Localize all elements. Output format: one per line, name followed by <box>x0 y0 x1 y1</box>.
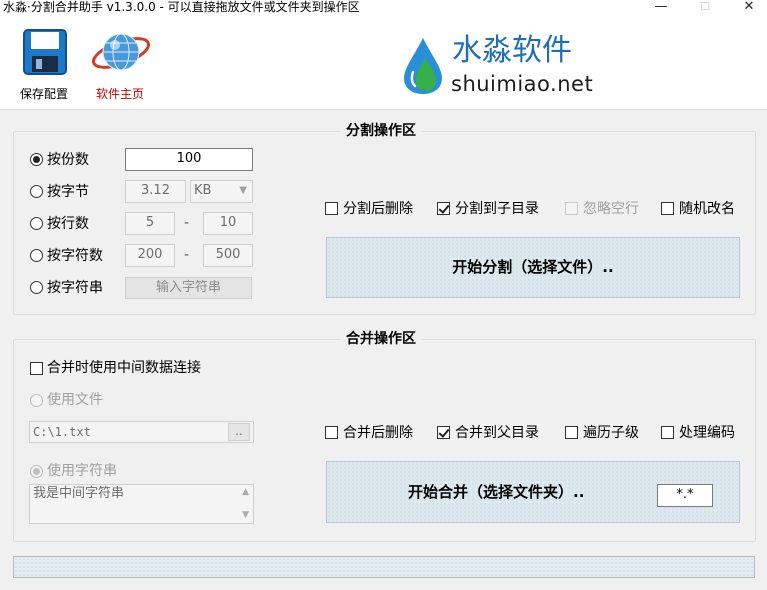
use-middle-data-label: 合并时使用中间数据连接 <box>47 360 201 376</box>
start-split-button[interactable]: 开始分割（选择文件）.. <box>326 237 740 298</box>
radio-by-bytes[interactable] <box>30 185 43 198</box>
radio-by-chars[interactable] <box>30 249 43 262</box>
merge-to-parent-label: 合并到父目录 <box>455 425 539 441</box>
close-button[interactable]: ✕ <box>727 0 767 16</box>
file-filter-input[interactable]: *.* <box>657 484 713 507</box>
brand-domain: shuimiao.net <box>451 72 594 96</box>
by-string-label: 按字符串 <box>47 280 103 296</box>
chevron-down-icon: ▼ <box>239 185 247 196</box>
middle-file-input[interactable]: C:\1.txt <box>29 421 254 443</box>
radio-by-lines[interactable] <box>30 217 43 230</box>
checkbox-recursive[interactable] <box>565 426 578 439</box>
by-bytes-label: 按字节 <box>47 184 89 200</box>
software-home-button[interactable]: 软件主页 <box>86 28 154 108</box>
save-config-button[interactable]: 保存配置 <box>14 28 76 108</box>
software-home-label: 软件主页 <box>96 87 145 101</box>
bytes-unit-value: KB <box>194 183 212 198</box>
by-lines-label: 按行数 <box>47 216 89 232</box>
split-to-subdir-label: 分割到子目录 <box>455 201 539 217</box>
random-rename-label: 随机改名 <box>679 201 735 217</box>
checkbox-ignore-empty-lines[interactable] <box>565 202 578 215</box>
checkbox-delete-after-split[interactable] <box>325 202 338 215</box>
chars-max-input[interactable]: 500 <box>203 244 253 267</box>
lines-max-input[interactable]: 10 <box>203 212 253 235</box>
maximize-button[interactable]: ☐ <box>683 0 727 16</box>
radio-by-count[interactable] <box>30 153 43 166</box>
chars-min-input[interactable]: 200 <box>125 244 175 267</box>
count-input[interactable]: 100 <box>125 148 253 171</box>
split-group-title: 分割操作区 <box>340 122 422 140</box>
checkbox-handle-encoding[interactable] <box>661 426 674 439</box>
radio-by-string[interactable] <box>30 281 43 294</box>
range-separator: - <box>184 215 190 231</box>
scroll-up-icon[interactable]: ▲ <box>242 486 249 498</box>
middle-string-textarea[interactable]: 我是中间字符串 ▲ ▼ <box>29 484 254 524</box>
delete-after-split-label: 分割后删除 <box>343 201 413 217</box>
minimize-button[interactable]: — <box>639 0 683 16</box>
string-input[interactable]: 输入字符串 <box>125 277 252 299</box>
water-drop-icon <box>404 38 442 94</box>
use-string-label: 使用字符串 <box>47 463 117 479</box>
by-chars-label: 按字符数 <box>47 248 103 264</box>
checkbox-use-middle-data[interactable] <box>30 362 43 375</box>
window-title: 水淼·分割合并助手 v1.3.0.0 - 可以直接拖放文件或文件夹到操作区 <box>3 0 360 14</box>
browse-file-button[interactable]: .. <box>228 423 250 441</box>
recursive-label: 遍历子级 <box>583 425 639 441</box>
ignore-empty-lines-label: 忽略空行 <box>583 201 639 217</box>
middle-file-path: C:\1.txt <box>33 425 91 439</box>
checkbox-split-to-subdir[interactable] <box>437 202 450 215</box>
brand-name: 水淼软件 <box>452 33 572 68</box>
use-file-label: 使用文件 <box>47 392 103 408</box>
middle-string-value: 我是中间字符串 <box>33 486 125 501</box>
scroll-down-icon[interactable]: ▼ <box>242 509 249 521</box>
by-count-label: 按份数 <box>47 152 89 168</box>
brand-logo: 水淼软件 shuimiao.net <box>400 34 600 104</box>
merge-group-title: 合并操作区 <box>340 330 422 348</box>
floppy-disk-icon <box>23 29 67 75</box>
radio-use-file[interactable] <box>30 394 43 407</box>
lines-min-input[interactable]: 5 <box>125 212 175 235</box>
checkbox-merge-to-parent[interactable] <box>437 426 450 439</box>
globe-icon <box>91 33 151 71</box>
bytes-input[interactable]: 3.12 <box>125 180 186 203</box>
checkbox-random-rename[interactable] <box>661 202 674 215</box>
title-bar: 水淼·分割合并助手 v1.3.0.0 - 可以直接拖放文件或文件夹到操作区 — … <box>0 0 767 16</box>
bytes-unit-select[interactable]: KB ▼ <box>190 180 253 203</box>
handle-encoding-label: 处理编码 <box>679 425 735 441</box>
range-separator: - <box>184 247 190 263</box>
toolbar: 保存配置 软件主页 水淼软件 shuimiao.net <box>0 16 767 110</box>
radio-use-string[interactable] <box>30 465 43 478</box>
progress-bar <box>13 556 755 578</box>
delete-after-merge-label: 合并后删除 <box>343 425 413 441</box>
save-config-label: 保存配置 <box>20 87 69 101</box>
checkbox-delete-after-merge[interactable] <box>325 426 338 439</box>
